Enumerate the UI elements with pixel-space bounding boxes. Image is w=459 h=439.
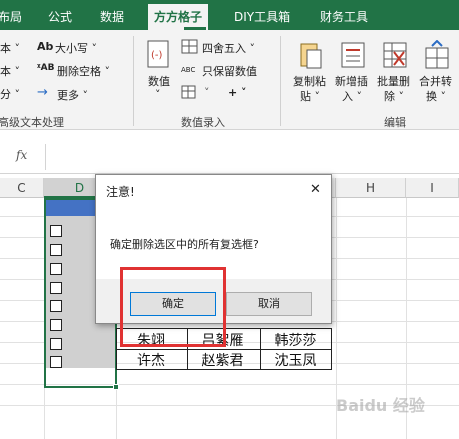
more-dropdown-arrow[interactable]: ˅ — [204, 86, 210, 99]
ribbon-panel: 本 ˅ 本 ˅ 分 ˅ 高级文本处理 Ab 大小写 ˅ ᵡAB 删除空格 ˅ →… — [0, 30, 459, 130]
arrow-right-icon: → — [37, 85, 48, 100]
tab-finance-tools[interactable]: 财务工具 — [320, 8, 368, 25]
table-cell[interactable]: 许杰 — [116, 350, 186, 370]
dialog-title: 注意! — [106, 185, 135, 199]
case-icon: Ab — [37, 40, 54, 53]
checkbox[interactable] — [50, 244, 62, 256]
case-button[interactable]: 大小写 ˅ — [55, 40, 97, 56]
tab-layout[interactable]: 布局 — [0, 8, 22, 25]
remove-space-icon: ᵡAB — [37, 63, 55, 73]
fx-icon[interactable]: fx — [16, 148, 27, 162]
batch-delete-icon — [383, 42, 407, 68]
tab-diy-toolbox[interactable]: DIY工具箱 — [234, 8, 290, 25]
round-icon — [181, 39, 198, 54]
remove-space-button[interactable]: 删除空格 ˅ — [57, 63, 110, 79]
checkbox[interactable] — [50, 300, 62, 312]
grid-icon — [181, 85, 196, 99]
formula-bar: fx — [0, 140, 459, 174]
highlight-box — [120, 267, 226, 347]
group-label-advanced-text: 高级文本处理 — [0, 116, 64, 129]
merge-convert-icon — [425, 40, 449, 69]
checkbox[interactable] — [50, 282, 62, 294]
abc-icon: ABC — [181, 66, 196, 74]
close-icon[interactable]: ✕ — [310, 182, 321, 197]
keep-numbers-button[interactable]: 只保留数值 — [202, 63, 257, 79]
plus-button[interactable]: + ˅ — [228, 86, 247, 99]
table-cell[interactable]: 沈玉凤 — [259, 350, 332, 370]
tab-data[interactable]: 数据 — [100, 8, 124, 25]
group-label-numeric-entry: 数值录入 — [181, 116, 225, 129]
copy-paste-icon — [300, 43, 322, 69]
left-item-2[interactable]: 本 ˅ — [0, 63, 20, 79]
group-label-edit: 编辑 — [384, 116, 406, 129]
group-divider — [280, 36, 281, 126]
checkbox[interactable] — [50, 338, 62, 350]
checkbox[interactable] — [50, 319, 62, 331]
table-cell[interactable]: 韩莎莎 — [259, 330, 332, 350]
insert-button[interactable]: 新增插 — [335, 73, 368, 89]
checkbox[interactable] — [50, 356, 62, 368]
column-header-i[interactable]: I — [406, 178, 459, 198]
round-button[interactable]: 四舍五入 ˅ — [202, 40, 255, 56]
left-item-3[interactable]: 分 ˅ — [0, 86, 20, 102]
copy-paste-button-line2[interactable]: 贴 ˅ — [300, 88, 320, 104]
table-cell[interactable]: 赵紫君 — [186, 350, 259, 370]
svg-text:(-): (-) — [151, 50, 163, 61]
column-header-c[interactable]: C — [0, 178, 44, 198]
numeric-button[interactable]: 数值 — [148, 73, 170, 89]
copy-paste-button[interactable]: 复制粘 — [293, 73, 326, 89]
checkbox[interactable] — [50, 225, 62, 237]
numeric-dropdown-arrow[interactable]: ˅ — [155, 88, 161, 101]
tab-formulas[interactable]: 公式 — [48, 8, 72, 25]
checkbox[interactable] — [50, 263, 62, 275]
column-header-h[interactable]: H — [336, 178, 406, 198]
fill-handle[interactable] — [113, 384, 119, 390]
dialog-message: 确定删除选区中的所有复选框? — [110, 238, 259, 251]
baidu-watermark: Baidu 经验 — [336, 396, 425, 415]
more-button[interactable]: 更多 ˅ — [57, 87, 88, 103]
batch-delete-button-line2[interactable]: 除 ˅ — [384, 88, 404, 104]
numeric-icon: (-) — [147, 40, 169, 68]
merge-convert-button-line2[interactable]: 换 ˅ — [426, 88, 446, 104]
formula-input[interactable] — [45, 144, 459, 170]
insert-button-line2[interactable]: 入 ˅ — [342, 88, 362, 104]
merge-convert-button[interactable]: 合并转 — [419, 73, 452, 89]
left-item-1[interactable]: 本 ˅ — [0, 40, 20, 56]
batch-delete-button[interactable]: 批量删 — [377, 73, 410, 89]
cancel-button[interactable]: 取消 — [226, 292, 312, 316]
ribbon-tab-bar: 布局 公式 数据 方方格子 DIY工具箱 财务工具 — [0, 0, 459, 30]
insert-icon — [341, 42, 365, 68]
group-divider — [133, 36, 134, 126]
